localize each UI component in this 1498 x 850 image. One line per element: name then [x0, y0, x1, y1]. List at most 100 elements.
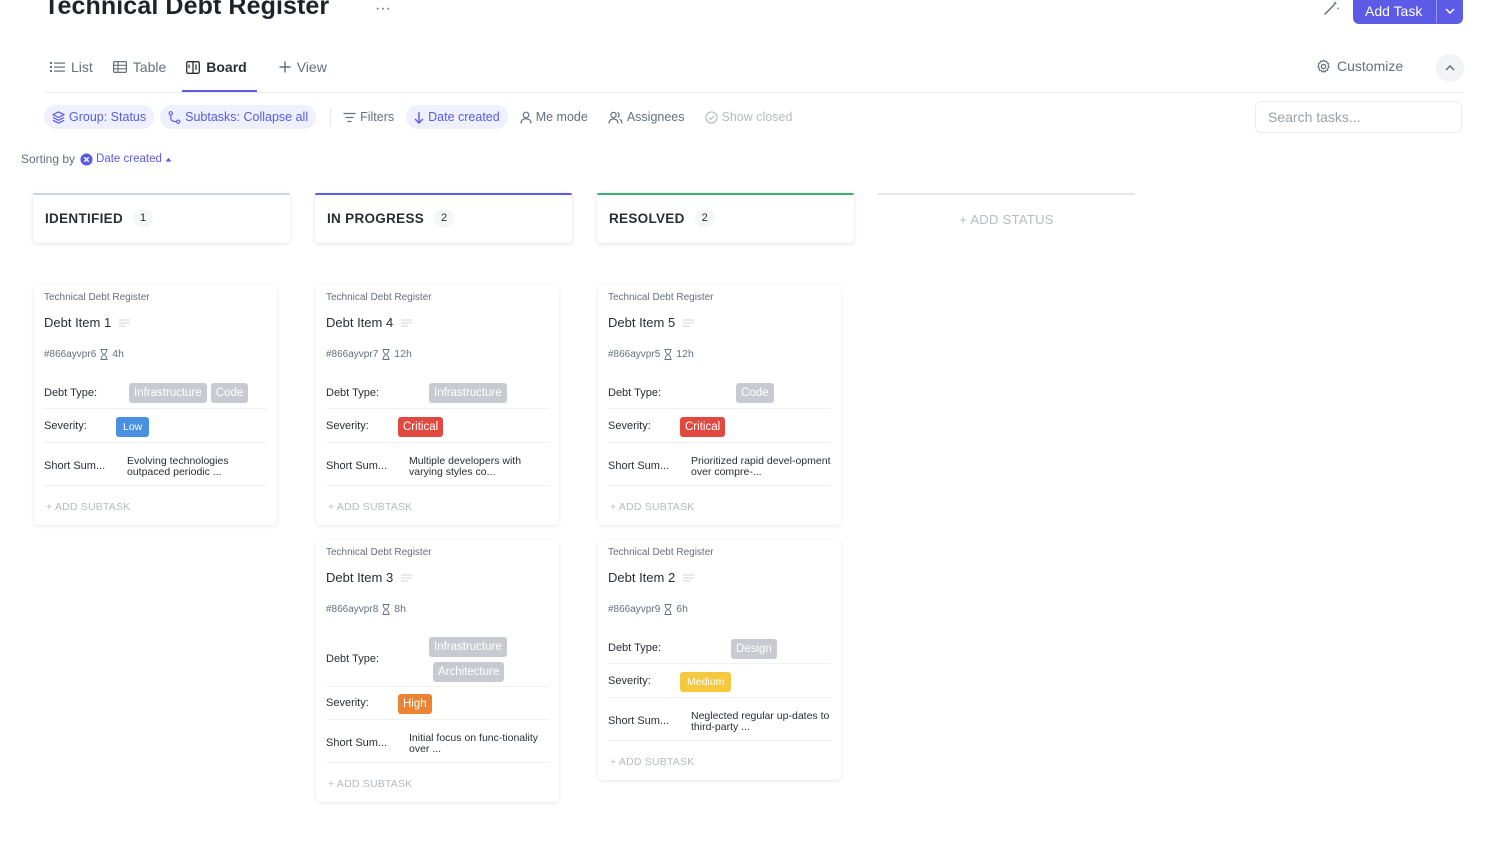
short-summary-value: Multiple developers with varying styles … — [409, 455, 522, 478]
add-task-button[interactable]: Add Task — [1353, 0, 1463, 24]
group-by-chip[interactable]: Group: Status — [44, 105, 155, 129]
debt-type-tags[interactable]: Infrastructure Architecture — [429, 637, 507, 682]
severity-tag: Low — [116, 417, 150, 437]
add-task-dropdown[interactable] — [1437, 8, 1463, 14]
column-color-bar — [315, 193, 572, 195]
tab-table-label: Table — [132, 59, 167, 75]
task-card[interactable]: Technical Debt Register Debt Item 3 #866… — [316, 540, 559, 802]
card-title[interactable]: Debt Item 2 — [608, 570, 695, 585]
add-view-label: View — [296, 59, 327, 75]
card-title[interactable]: Debt Item 4 — [326, 315, 413, 330]
sorting-field-chip[interactable]: Date created — [80, 152, 172, 166]
debt-type-tag: Architecture — [433, 662, 505, 682]
column-header-in-progress[interactable]: IN PROGRESS 2 — [315, 193, 572, 243]
severity-tags[interactable]: Medium — [680, 672, 732, 692]
severity-tags[interactable]: High — [398, 694, 432, 714]
sort-date-created-chip[interactable]: Date created — [406, 105, 508, 129]
task-card[interactable]: Technical Debt Register Debt Item 2 #866… — [598, 540, 841, 780]
column-name: RESOLVED — [609, 210, 685, 226]
field-divider — [44, 442, 267, 443]
field-divider — [326, 485, 549, 486]
add-subtask-button[interactable]: + ADD SUBTASK — [610, 501, 694, 513]
hourglass-icon — [664, 348, 672, 360]
field-divider — [608, 740, 831, 741]
field-divider — [326, 442, 549, 443]
card-title[interactable]: Debt Item 5 — [608, 315, 695, 330]
tab-list[interactable]: List — [50, 56, 93, 78]
show-closed-button[interactable]: Show closed — [704, 105, 792, 129]
short-summary-label: Short Sum... — [44, 460, 106, 472]
task-id: #866ayvpr8 — [326, 603, 379, 615]
severity-label: Severity: — [44, 420, 87, 432]
short-summary-label: Short Sum... — [326, 737, 388, 749]
column-name: IN PROGRESS — [327, 210, 425, 226]
debt-type-tag: Infrastructure — [429, 637, 507, 657]
filters-label: Filters — [360, 110, 395, 124]
field-divider — [44, 485, 267, 486]
short-summary-label: Short Sum... — [608, 715, 670, 727]
debt-type-label: Debt Type: — [608, 642, 661, 654]
filters-button[interactable]: Filters — [343, 105, 394, 129]
debt-type-tag: Infrastructure — [129, 383, 207, 403]
filter-bar: Group: Status Subtasks: Collapse all Fil… — [44, 105, 812, 129]
severity-tags[interactable]: Critical — [680, 417, 726, 437]
card-title[interactable]: Debt Item 3 — [326, 570, 413, 585]
task-card[interactable]: Technical Debt Register Debt Item 1 #866… — [34, 285, 277, 525]
customize-button[interactable]: Customize — [1316, 58, 1403, 74]
collapse-header-button[interactable] — [1436, 54, 1464, 82]
card-title[interactable]: Debt Item 1 — [44, 315, 131, 330]
card-title-text: Debt Item 3 — [326, 570, 394, 585]
assignees-button[interactable]: Assignees — [608, 105, 685, 129]
debt-type-tags[interactable]: Design — [731, 639, 777, 659]
view-tabs: List Table Board View — [50, 56, 347, 78]
magic-wand-icon[interactable] — [1322, 0, 1340, 16]
add-subtask-button[interactable]: + ADD SUBTASK — [46, 501, 130, 513]
debt-type-tags[interactable]: Infrastructure — [429, 383, 507, 403]
hourglass-icon — [382, 603, 390, 615]
column-count: 2 — [694, 209, 715, 227]
debt-type-label: Debt Type: — [608, 387, 661, 399]
task-id: #866ayvpr6 — [44, 348, 97, 360]
debt-type-tag: Infrastructure — [429, 383, 507, 403]
time-estimate: 12h — [394, 348, 412, 360]
severity-tags[interactable]: Critical — [398, 417, 444, 437]
debt-type-tags[interactable]: Code — [736, 383, 774, 403]
tab-list-label: List — [71, 59, 93, 75]
add-subtask-button[interactable]: + ADD SUBTASK — [328, 778, 412, 790]
add-subtask-button[interactable]: + ADD SUBTASK — [610, 756, 694, 768]
column-color-bar — [33, 193, 290, 195]
field-divider — [608, 697, 831, 698]
plus-icon — [279, 61, 291, 73]
field-divider — [326, 408, 549, 409]
card-title-text: Debt Item 4 — [326, 315, 394, 330]
severity-label: Severity: — [608, 420, 651, 432]
column-header-resolved[interactable]: RESOLVED 2 — [597, 193, 854, 243]
add-status-button[interactable]: + ADD STATUS — [878, 193, 1135, 243]
tab-table[interactable]: Table — [112, 56, 167, 78]
field-divider — [326, 686, 549, 687]
severity-tags[interactable]: Low — [116, 417, 150, 437]
table-icon — [112, 61, 127, 73]
field-divider — [608, 485, 831, 486]
debt-type-tags[interactable]: Infrastructure Code — [129, 383, 249, 403]
card-list-name: Technical Debt Register — [608, 292, 714, 303]
add-subtask-button[interactable]: + ADD SUBTASK — [328, 501, 412, 513]
subtasks-chip[interactable]: Subtasks: Collapse all — [160, 105, 317, 129]
task-card[interactable]: Technical Debt Register Debt Item 4 #866… — [316, 285, 559, 525]
column-header-identified[interactable]: IDENTIFIED 1 — [33, 193, 290, 243]
chevron-up-icon — [1445, 65, 1455, 71]
tab-board-label: Board — [206, 59, 247, 75]
group-by-label: Group: Status — [69, 110, 147, 124]
short-summary-value: Prioritized rapid devel-opment over comp… — [691, 455, 831, 478]
column-count: 2 — [434, 209, 455, 227]
close-circle-icon[interactable] — [80, 152, 93, 166]
title-more-button[interactable]: ··· — [375, 0, 391, 18]
field-divider — [326, 719, 549, 720]
task-card[interactable]: Technical Debt Register Debt Item 5 #866… — [598, 285, 841, 525]
search-input[interactable]: Search tasks... — [1255, 101, 1462, 133]
me-mode-button[interactable]: Me mode — [520, 105, 588, 129]
debt-type-label: Debt Type: — [44, 387, 97, 399]
add-view-button[interactable]: View — [279, 56, 327, 78]
debt-type-tag: Code — [736, 383, 774, 403]
tab-board[interactable]: Board — [186, 56, 247, 78]
